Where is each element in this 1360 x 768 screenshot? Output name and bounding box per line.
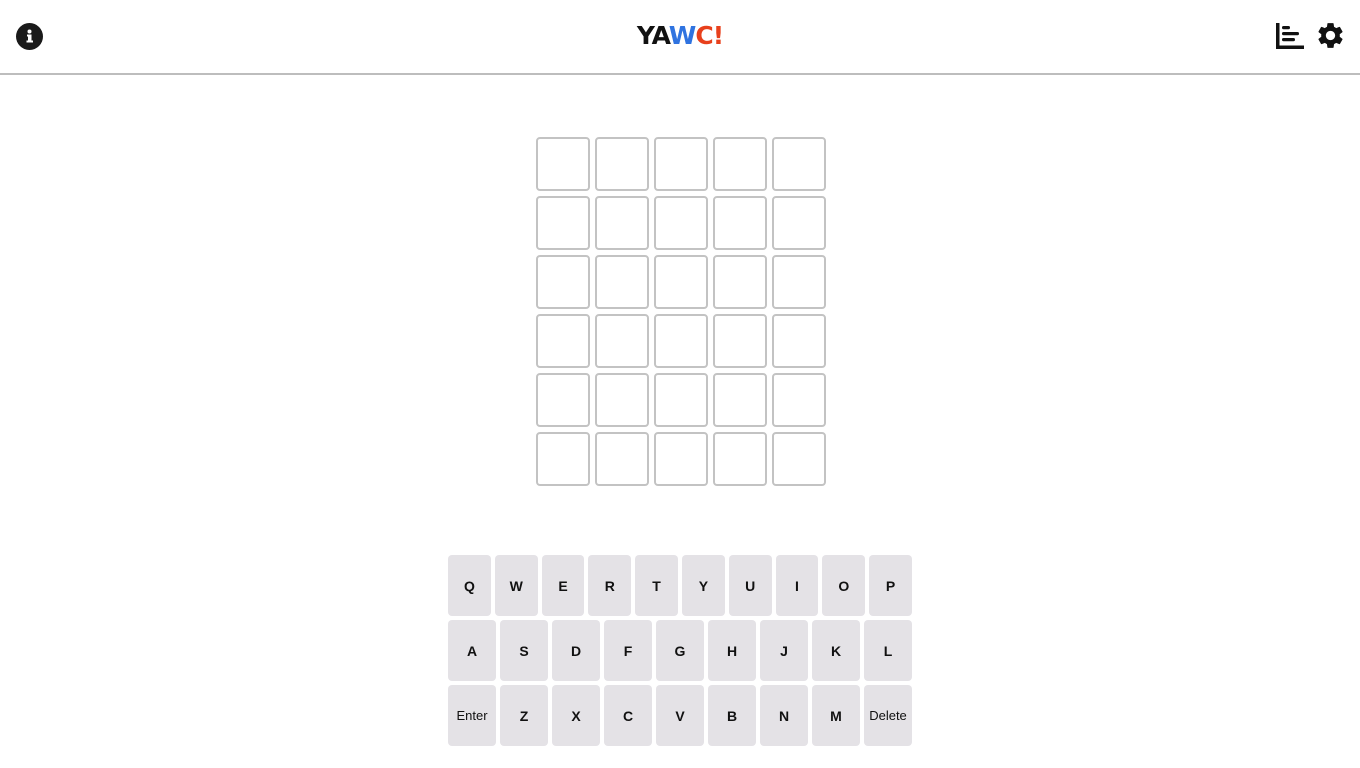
- grid-tile: [654, 137, 708, 191]
- key-g[interactable]: G: [656, 620, 704, 681]
- grid-row: [536, 373, 826, 427]
- enter-key[interactable]: Enter: [448, 685, 496, 746]
- key-v[interactable]: V: [656, 685, 704, 746]
- grid-tile: [536, 314, 590, 368]
- grid-tile: [772, 314, 826, 368]
- grid-row: [536, 196, 826, 250]
- grid-tile: [713, 255, 767, 309]
- key-d[interactable]: D: [552, 620, 600, 681]
- grid-tile: [536, 196, 590, 250]
- grid-tile: [595, 432, 649, 486]
- keyboard-row: A S D F G H J K L: [448, 620, 912, 681]
- grid-tile: [654, 373, 708, 427]
- grid-tile: [654, 432, 708, 486]
- key-i[interactable]: I: [775, 555, 819, 616]
- grid-tile: [536, 373, 590, 427]
- key-s[interactable]: S: [500, 620, 548, 681]
- key-b[interactable]: B: [708, 685, 756, 746]
- key-u[interactable]: U: [728, 555, 772, 616]
- grid-row: [536, 137, 826, 191]
- grid-row: [536, 314, 826, 368]
- key-f[interactable]: F: [604, 620, 652, 681]
- grid-tile: [772, 137, 826, 191]
- grid-tile: [595, 137, 649, 191]
- key-a[interactable]: A: [448, 620, 496, 681]
- key-h[interactable]: H: [708, 620, 756, 681]
- grid-tile: [772, 255, 826, 309]
- key-p[interactable]: P: [869, 555, 912, 616]
- grid-tile: [772, 432, 826, 486]
- grid-tile: [595, 314, 649, 368]
- key-j[interactable]: J: [760, 620, 808, 681]
- app-title: YAWC!: [0, 20, 1360, 52]
- title-part-3: C!: [695, 21, 724, 50]
- grid-tile: [713, 137, 767, 191]
- on-screen-keyboard: Q W E R T Y U I O P A S D F G H J K L En…: [448, 555, 912, 750]
- key-k[interactable]: K: [812, 620, 860, 681]
- grid-tile: [654, 255, 708, 309]
- guess-grid: [536, 137, 826, 491]
- grid-tile: [536, 432, 590, 486]
- grid-row: [536, 432, 826, 486]
- key-w[interactable]: W: [494, 555, 538, 616]
- key-x[interactable]: X: [552, 685, 600, 746]
- key-t[interactable]: T: [635, 555, 678, 616]
- key-z[interactable]: Z: [500, 685, 548, 746]
- title-part-1: YA: [636, 21, 670, 50]
- grid-tile: [772, 196, 826, 250]
- grid-tile: [772, 373, 826, 427]
- key-n[interactable]: N: [760, 685, 808, 746]
- grid-tile: [654, 314, 708, 368]
- settings-icon[interactable]: [1315, 20, 1346, 51]
- key-o[interactable]: O: [822, 555, 866, 616]
- key-r[interactable]: R: [588, 555, 632, 616]
- grid-row: [536, 255, 826, 309]
- grid-tile: [713, 314, 767, 368]
- grid-tile: [713, 432, 767, 486]
- grid-tile: [713, 373, 767, 427]
- app-header: YAWC!: [0, 0, 1360, 75]
- key-c[interactable]: C: [604, 685, 652, 746]
- grid-tile: [595, 196, 649, 250]
- keyboard-row: Q W E R T Y U I O P: [448, 555, 912, 616]
- grid-tile: [536, 255, 590, 309]
- grid-tile: [595, 373, 649, 427]
- grid-tile: [713, 196, 767, 250]
- title-part-2: W: [668, 21, 697, 50]
- key-m[interactable]: M: [812, 685, 860, 746]
- grid-tile: [536, 137, 590, 191]
- grid-tile: [595, 255, 649, 309]
- key-l[interactable]: L: [864, 620, 912, 681]
- key-y[interactable]: Y: [681, 555, 725, 616]
- grid-tile: [654, 196, 708, 250]
- key-q[interactable]: Q: [448, 555, 491, 616]
- keyboard-row: Enter Z X C V B N M Delete: [448, 685, 912, 746]
- key-e[interactable]: E: [541, 555, 585, 616]
- stats-icon[interactable]: [1275, 22, 1305, 50]
- delete-key[interactable]: Delete: [864, 685, 912, 746]
